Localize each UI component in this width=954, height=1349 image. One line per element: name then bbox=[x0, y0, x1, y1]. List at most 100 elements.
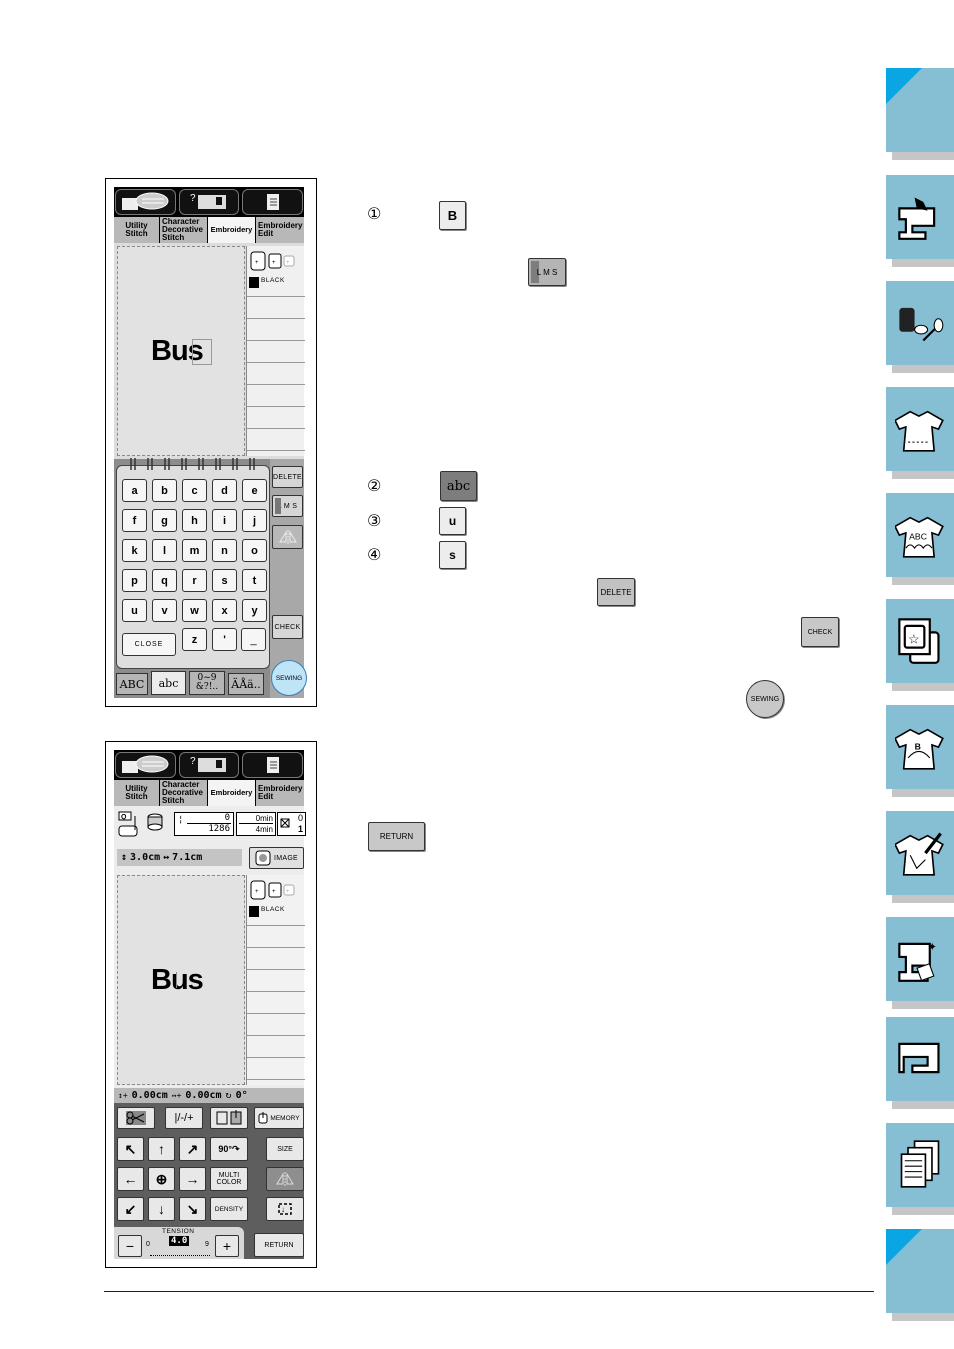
tab-character-decorative[interactable]: Character Decorative Stitch bbox=[160, 780, 208, 806]
density-button[interactable]: DENSITY bbox=[210, 1197, 248, 1221]
key-s-button[interactable]: s bbox=[439, 541, 466, 569]
tension-decrease-button[interactable]: − bbox=[118, 1235, 142, 1257]
key-q[interactable]: q bbox=[152, 569, 177, 592]
key-underscore[interactable]: _ bbox=[241, 628, 266, 651]
hoop-indicators: + + + bbox=[249, 248, 295, 274]
move-center-button[interactable]: ⊕ bbox=[148, 1167, 175, 1191]
side-tab-thread-spools[interactable] bbox=[886, 281, 954, 373]
settings-button[interactable] bbox=[242, 189, 304, 215]
key-k[interactable]: k bbox=[122, 539, 147, 562]
tab-utility-stitch[interactable]: Utility Stitch bbox=[114, 780, 160, 806]
move-up-button[interactable]: ↑ bbox=[148, 1137, 175, 1161]
move-up-left-button[interactable]: ↖ bbox=[117, 1137, 144, 1161]
key-x[interactable]: x bbox=[212, 599, 237, 622]
tab-embroidery-edit[interactable]: Embroidery Edit bbox=[256, 217, 304, 243]
abc-lowercase-button[interactable]: abc bbox=[440, 471, 477, 501]
tab-embroidery[interactable]: Embroidery bbox=[208, 780, 256, 806]
stitch-forward-back-button[interactable]: |/-/+ bbox=[165, 1107, 203, 1129]
key-u[interactable]: u bbox=[122, 599, 147, 622]
delete-button[interactable]: DELETE bbox=[272, 466, 303, 488]
move-up-right-button[interactable]: ↗ bbox=[179, 1137, 206, 1161]
key-s[interactable]: s bbox=[212, 569, 237, 592]
thread-row-empty bbox=[247, 1014, 305, 1036]
key-f[interactable]: f bbox=[122, 509, 147, 532]
side-tab-shirt-monogram[interactable]: B bbox=[886, 705, 954, 797]
side-tab-shirt-abc[interactable]: ABC bbox=[886, 493, 954, 585]
side-tab-blank-bottom[interactable] bbox=[886, 1229, 954, 1321]
key-i[interactable]: i bbox=[212, 509, 237, 532]
move-right-button[interactable]: → bbox=[179, 1167, 206, 1191]
key-c[interactable]: c bbox=[182, 479, 207, 502]
tension-increase-button[interactable]: + bbox=[215, 1235, 239, 1257]
manual-button[interactable] bbox=[115, 752, 176, 778]
tab-character-decorative[interactable]: Character Decorative Stitch bbox=[160, 217, 208, 243]
key-apostrophe[interactable]: ' bbox=[212, 628, 237, 651]
move-down-right-button[interactable]: ↘ bbox=[179, 1197, 206, 1221]
side-tab-embroidery-hoop[interactable]: ☆ bbox=[886, 599, 954, 691]
side-tab-shirt-utility[interactable] bbox=[886, 387, 954, 479]
key-w[interactable]: w bbox=[182, 599, 207, 622]
return-button[interactable]: RETURN bbox=[368, 822, 425, 851]
key-a[interactable]: a bbox=[122, 479, 147, 502]
trace-area-button[interactable]: ↓ bbox=[266, 1197, 304, 1221]
settings-button[interactable] bbox=[242, 752, 304, 778]
key-m[interactable]: m bbox=[182, 539, 207, 562]
key-o[interactable]: o bbox=[242, 539, 267, 562]
close-keyboard-button[interactable]: CLOSE bbox=[122, 633, 176, 656]
key-h[interactable]: h bbox=[182, 509, 207, 532]
tab-uppercase[interactable]: ABC bbox=[116, 673, 148, 695]
key-g[interactable]: g bbox=[152, 509, 177, 532]
key-y[interactable]: y bbox=[242, 599, 267, 622]
side-tab-machine[interactable] bbox=[886, 1017, 954, 1109]
key-t[interactable]: t bbox=[242, 569, 267, 592]
multi-color-button[interactable]: MULTI COLOR bbox=[210, 1167, 248, 1191]
check-button[interactable]: CHECK bbox=[801, 617, 839, 647]
checklist-icon bbox=[266, 757, 279, 773]
tab-utility-stitch[interactable]: Utility Stitch bbox=[114, 217, 160, 243]
side-tab-blank-top[interactable] bbox=[886, 68, 954, 160]
size-button[interactable]: SIZE bbox=[266, 1137, 304, 1161]
key-b[interactable]: b bbox=[152, 479, 177, 502]
key-v[interactable]: v bbox=[152, 599, 177, 622]
image-button[interactable]: IMAGE bbox=[249, 847, 304, 869]
tab-accented[interactable]: ÄÅä.. bbox=[228, 673, 264, 695]
move-down-button[interactable]: ↓ bbox=[148, 1197, 175, 1221]
key-z[interactable]: z bbox=[182, 628, 207, 651]
manual-button[interactable] bbox=[115, 189, 176, 215]
return-button[interactable]: RETURN bbox=[254, 1233, 304, 1257]
delete-button[interactable]: DELETE bbox=[597, 578, 635, 606]
tab-embroidery-edit[interactable]: Embroidery Edit bbox=[256, 780, 304, 806]
help-button[interactable]: ? bbox=[178, 189, 240, 215]
help-button[interactable]: ? bbox=[178, 752, 240, 778]
tension-scale[interactable] bbox=[150, 1251, 210, 1256]
tab-lowercase[interactable]: abc bbox=[151, 671, 186, 695]
memory-button[interactable]: MEMORY bbox=[254, 1107, 304, 1129]
sewing-button[interactable]: SEWING bbox=[271, 660, 307, 696]
time-total: 4min bbox=[255, 825, 273, 834]
tab-numbers-symbols[interactable]: 0~9 &?!.. bbox=[189, 671, 225, 695]
thread-cut-button[interactable] bbox=[117, 1107, 155, 1129]
side-tab-sewing-machine[interactable] bbox=[886, 175, 954, 267]
key-l[interactable]: l bbox=[152, 539, 177, 562]
key-p[interactable]: p bbox=[122, 569, 147, 592]
mirror-button[interactable] bbox=[272, 525, 303, 549]
trial-button[interactable] bbox=[210, 1107, 248, 1129]
side-tab-machine-maintenance[interactable]: ✦ bbox=[886, 917, 954, 1009]
move-down-left-button[interactable]: ↙ bbox=[117, 1197, 144, 1221]
key-e[interactable]: e bbox=[242, 479, 267, 502]
move-left-button[interactable]: ← bbox=[117, 1167, 144, 1191]
key-d[interactable]: d bbox=[212, 479, 237, 502]
key-j[interactable]: j bbox=[242, 509, 267, 532]
hoop-small-icon: + bbox=[283, 255, 295, 267]
side-tab-shirt-edit[interactable] bbox=[886, 811, 954, 903]
tab-embroidery[interactable]: Embroidery bbox=[208, 217, 256, 243]
key-r[interactable]: r bbox=[182, 569, 207, 592]
rotate-90-button[interactable]: 90° ↷ bbox=[210, 1137, 248, 1161]
key-b-button[interactable]: B bbox=[439, 201, 466, 230]
side-tab-documents[interactable] bbox=[886, 1123, 954, 1215]
key-n[interactable]: n bbox=[212, 539, 237, 562]
sewing-button[interactable]: SEWING bbox=[746, 680, 784, 718]
check-button[interactable]: CHECK bbox=[272, 615, 303, 639]
mirror-button[interactable] bbox=[266, 1167, 304, 1191]
key-u-button[interactable]: u bbox=[439, 507, 466, 535]
